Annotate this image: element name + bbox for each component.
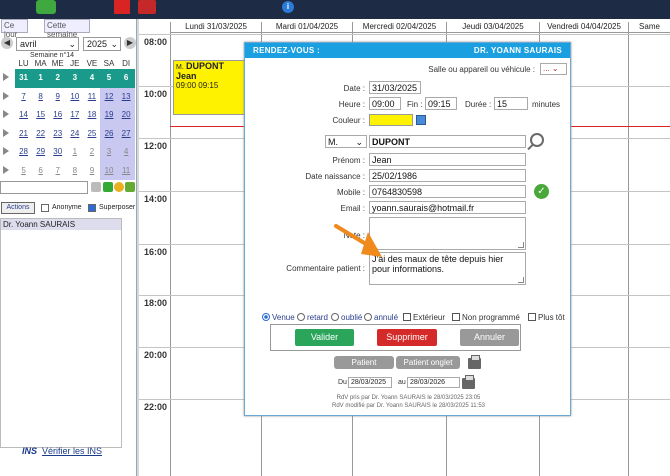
annotation-arrow: [334, 224, 382, 257]
